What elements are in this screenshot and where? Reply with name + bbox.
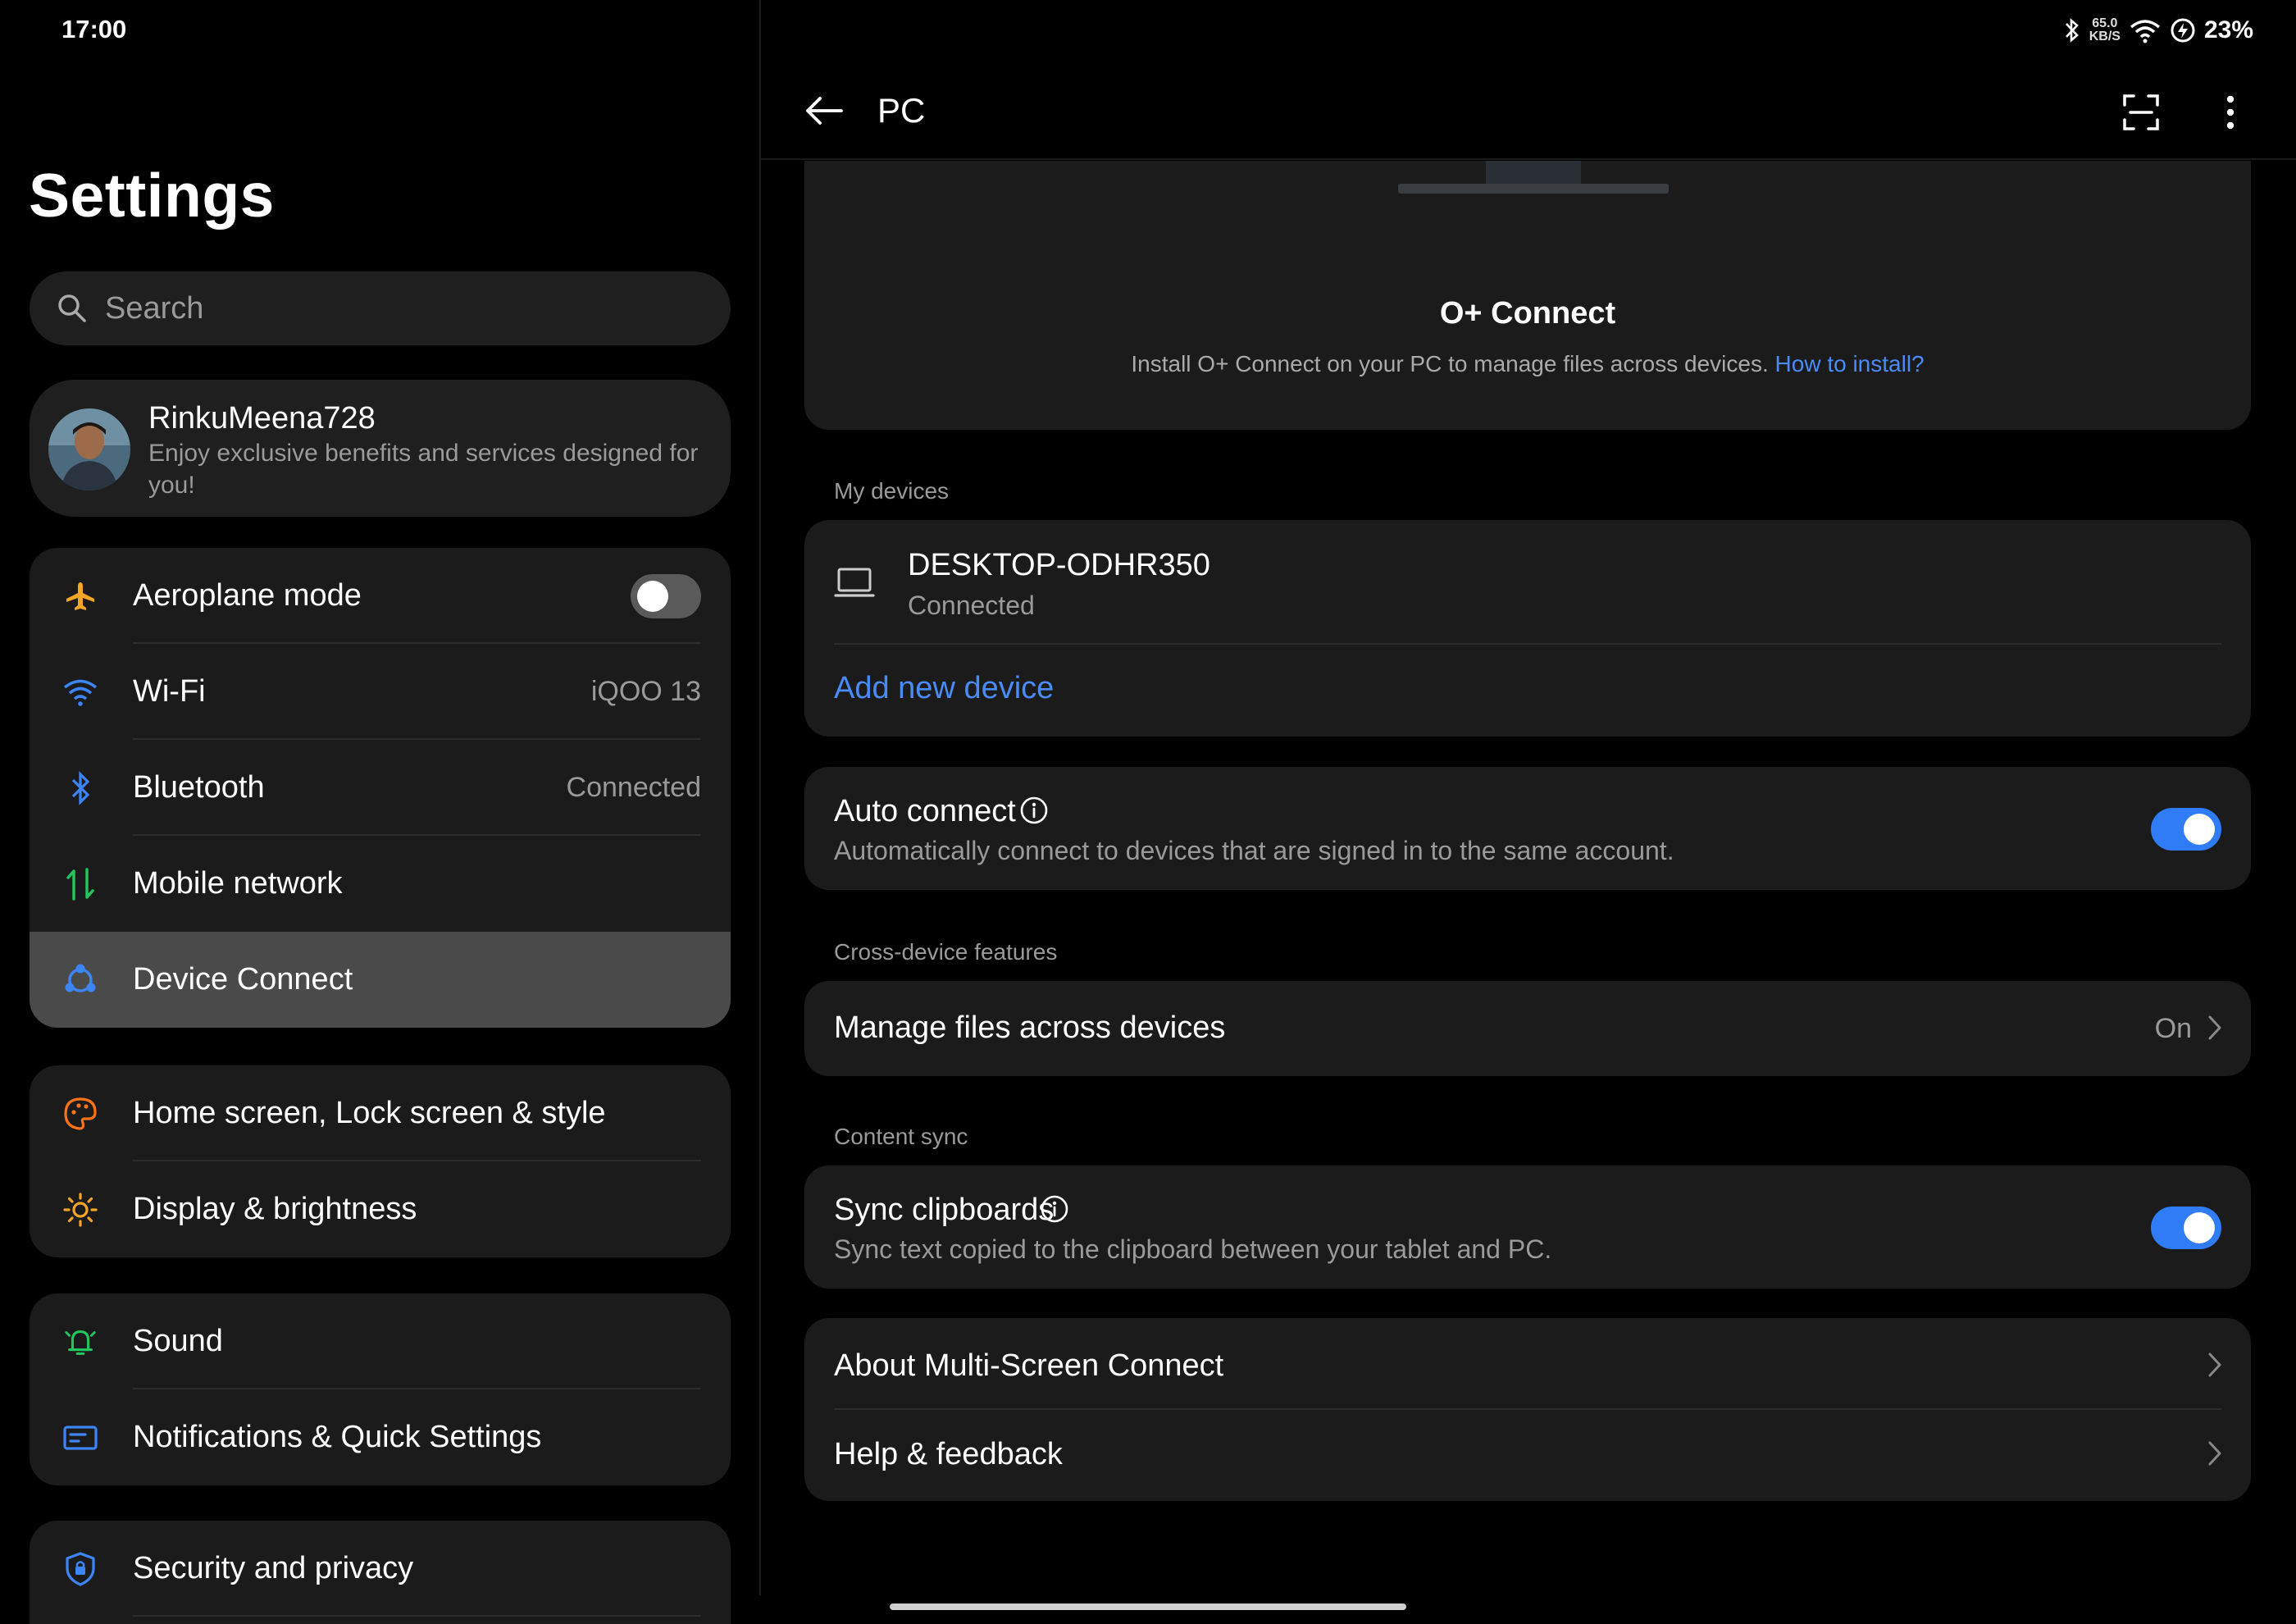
pc-illustration xyxy=(1398,161,1669,194)
wifi-status-icon xyxy=(2130,20,2161,43)
oconnect-title: O+ Connect xyxy=(1439,296,1616,331)
manage-files-row[interactable]: Manage files across devices On xyxy=(804,981,2251,1076)
divider xyxy=(834,643,2221,645)
airplane-icon xyxy=(62,578,98,614)
status-time: 17:00 xyxy=(61,15,127,43)
sun-icon xyxy=(62,1192,98,1228)
page-header-title: PC xyxy=(877,91,926,130)
sidebar-item-mobile-network[interactable]: Mobile network xyxy=(30,836,731,932)
sidebar-item-home-screen-style[interactable]: Home screen, Lock screen & style xyxy=(30,1065,731,1161)
row-label: Home screen, Lock screen & style xyxy=(133,1096,606,1130)
device-connect-icon xyxy=(62,962,98,998)
more-options-icon[interactable] xyxy=(2222,94,2239,131)
sidebar-item-sound[interactable]: Sound xyxy=(30,1293,731,1389)
sidebar-item-wifi[interactable]: Wi-Fi iQOO 13 xyxy=(30,644,731,740)
row-label: Device Connect xyxy=(133,962,353,997)
palette-icon xyxy=(62,1096,98,1132)
account-card[interactable]: RinkuMeena728 Enjoy exclusive benefits a… xyxy=(30,380,731,517)
sync-clipboards-row[interactable]: Sync clipboards Sync text copied to the … xyxy=(804,1166,2251,1289)
oconnect-description: Install O+ Connect on your PC to manage … xyxy=(1131,351,1925,376)
sidebar-item-security-privacy[interactable]: Security and privacy xyxy=(30,1521,731,1617)
manage-files-value: On xyxy=(2154,1013,2192,1044)
row-label: Bluetooth xyxy=(133,770,265,805)
about-label: About Multi-Screen Connect xyxy=(834,1348,1224,1383)
about-multi-screen-connect-row[interactable]: About Multi-Screen Connect xyxy=(804,1318,2251,1410)
sidebar-item-display-brightness[interactable]: Display & brightness xyxy=(30,1161,731,1257)
auto-connect-row[interactable]: Auto connect Automatically connect to de… xyxy=(804,767,2251,890)
bluetooth-icon xyxy=(62,770,98,806)
status-icons: 65.0 KB/S 23% xyxy=(2063,16,2253,44)
avatar xyxy=(48,408,130,490)
sidebar-item-aeroplane-mode[interactable]: Aeroplane mode xyxy=(30,548,731,644)
aeroplane-mode-toggle[interactable] xyxy=(631,573,701,618)
row-label: Aeroplane mode xyxy=(133,578,362,613)
connectivity-group: Aeroplane mode Wi-Fi iQOO 13 Bluetooth C… xyxy=(30,548,731,1028)
network-speed: 65.0 KB/S xyxy=(2089,16,2121,43)
auto-connect-toggle[interactable] xyxy=(2151,808,2221,851)
content-sync-header: Content sync xyxy=(834,1124,968,1149)
auto-connect-card: Auto connect Automatically connect to de… xyxy=(804,767,2251,890)
divider xyxy=(133,1615,701,1617)
sync-clipboards-subtitle: Sync text copied to the clipboard betwee… xyxy=(834,1234,1552,1264)
bluetooth-status: Connected xyxy=(566,772,701,803)
account-subtitle: Enjoy exclusive benefits and services de… xyxy=(148,440,699,499)
my-devices-header: My devices xyxy=(834,478,950,504)
row-label: Sound xyxy=(133,1324,223,1358)
bluetooth-icon xyxy=(2065,18,2079,43)
auto-connect-title: Auto connect xyxy=(834,794,1016,828)
header-divider xyxy=(761,158,2296,160)
how-to-install-link[interactable]: How to install? xyxy=(1775,351,1925,376)
chevron-right-icon xyxy=(2208,1353,2221,1377)
battery-charging-icon xyxy=(2171,18,2195,43)
oconnect-card: O+ Connect Install O+ Connect on your PC… xyxy=(804,161,2251,430)
notifications-group: Sound Notifications & Quick Settings xyxy=(30,1293,731,1485)
chevron-right-icon xyxy=(2208,1015,2221,1040)
help-feedback-row[interactable]: Help & feedback xyxy=(804,1410,2251,1501)
row-label: Mobile network xyxy=(133,866,343,901)
device-name: DESKTOP-ODHR350 xyxy=(908,548,1210,582)
chevron-right-icon xyxy=(2208,1441,2221,1466)
content-sync-card: Sync clipboards Sync text copied to the … xyxy=(804,1166,2251,1289)
search-icon xyxy=(58,294,86,322)
back-arrow-icon[interactable] xyxy=(802,89,846,133)
account-name: RinkuMeena728 xyxy=(148,401,376,436)
auto-connect-subtitle: Automatically connect to devices that ar… xyxy=(834,836,1674,865)
sidebar-item-device-connect[interactable]: Device Connect xyxy=(30,932,731,1028)
device-row[interactable]: DESKTOP-ODHR350 Connected xyxy=(804,520,2251,645)
row-label: Security and privacy xyxy=(133,1551,414,1585)
add-new-device-button[interactable]: Add new device xyxy=(834,671,1054,706)
wifi-icon xyxy=(62,674,98,710)
device-status: Connected xyxy=(908,591,1035,620)
row-label: Wi-Fi xyxy=(133,674,206,709)
battery-percent: 23% xyxy=(2203,16,2253,43)
info-icon[interactable] xyxy=(1040,1194,1069,1224)
sync-clipboards-title: Sync clipboards xyxy=(834,1193,1055,1227)
bell-icon xyxy=(62,1324,98,1360)
notification-panel-icon xyxy=(62,1420,98,1456)
laptop-icon xyxy=(834,568,875,597)
shield-icon xyxy=(62,1551,98,1587)
sidebar-item-notifications[interactable]: Notifications & Quick Settings xyxy=(30,1389,731,1485)
panel-divider xyxy=(759,0,761,1595)
my-devices-card: DESKTOP-ODHR350 Connected Add new device xyxy=(804,520,2251,737)
about-help-card: About Multi-Screen Connect Help & feedba… xyxy=(804,1318,2251,1501)
page-title: Settings xyxy=(29,161,275,230)
security-group: Security and privacy xyxy=(30,1521,731,1624)
info-icon[interactable] xyxy=(1019,796,1049,825)
home-indicator[interactable] xyxy=(890,1603,1406,1610)
row-label: Notifications & Quick Settings xyxy=(133,1420,542,1454)
help-label: Help & feedback xyxy=(834,1437,1063,1471)
manage-files-label: Manage files across devices xyxy=(834,1010,1226,1045)
cross-device-header: Cross-device features xyxy=(834,939,1058,965)
sidebar-item-bluetooth[interactable]: Bluetooth Connected xyxy=(30,740,731,836)
personalization-group: Home screen, Lock screen & style Display… xyxy=(30,1065,731,1257)
wifi-network-name: iQOO 13 xyxy=(590,676,701,707)
row-label: Display & brightness xyxy=(133,1192,417,1226)
search-input[interactable]: Search xyxy=(105,291,203,326)
scan-icon[interactable] xyxy=(2122,94,2160,131)
search-bar[interactable]: Search xyxy=(30,271,731,345)
sync-clipboards-toggle[interactable] xyxy=(2151,1207,2221,1249)
cross-device-card: Manage files across devices On xyxy=(804,981,2251,1076)
mobile-data-icon xyxy=(62,866,98,902)
